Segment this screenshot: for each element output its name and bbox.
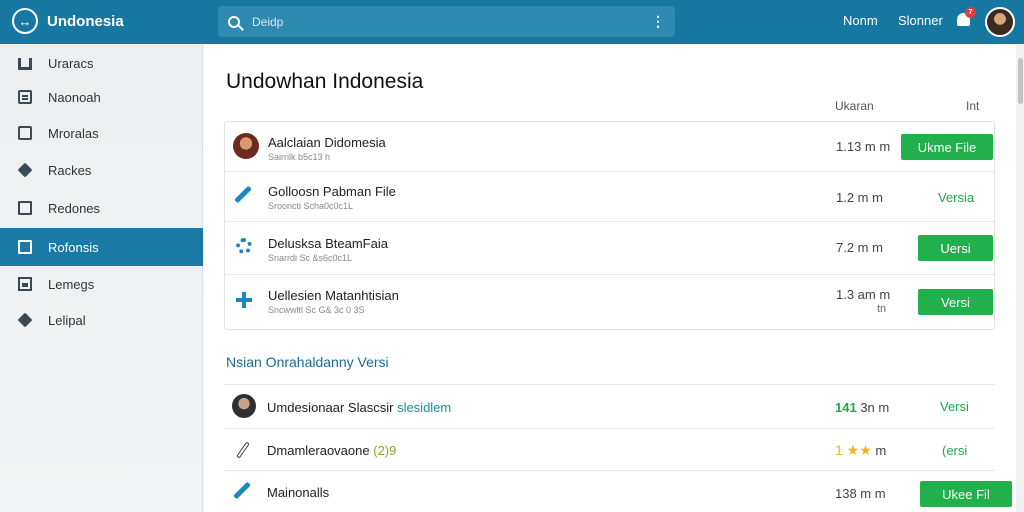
sidebar-item-lelipal[interactable]: Lelipal	[0, 301, 203, 339]
sidebar-item-naonoah[interactable]: Naonoah	[0, 78, 203, 116]
row-title: Golloosn Pabman File	[268, 184, 396, 199]
tag-icon	[17, 162, 33, 178]
pen-icon	[233, 184, 253, 204]
header-link-slonner[interactable]: Slonner	[898, 13, 943, 28]
version-button[interactable]: Versi	[918, 289, 993, 315]
version-button[interactable]: Uersi	[918, 235, 993, 261]
sidebar-item-label: Uraracs	[48, 55, 94, 71]
list-item[interactable]: Mainonalls 138 m m Ukee Fil	[224, 470, 1012, 512]
row-rating: 1 ★★ m	[835, 442, 886, 459]
more-vertical-icon[interactable]: ⋮	[651, 13, 665, 30]
row-size-number: 141	[835, 400, 857, 415]
app-title: Undonesia	[47, 12, 124, 30]
scrollbar-thumb[interactable]	[1018, 58, 1023, 104]
version-link[interactable]: Versia	[938, 190, 974, 205]
scrollbar[interactable]	[1016, 44, 1024, 512]
chat-icon	[18, 126, 32, 140]
document-icon	[18, 201, 32, 215]
column-header-size: Ukaran	[835, 99, 874, 113]
list-item[interactable]: Umdesionaar Slascsir slesidlem 141 3n m …	[224, 384, 995, 428]
app-logo[interactable]: ↔ Undonesia	[12, 8, 124, 34]
sidebar-item-lemegs[interactable]: Lemegs	[0, 265, 203, 303]
row-subtitle: Snarrdi Sc &s6c0c1L	[268, 253, 353, 263]
row-title: Umdesionaar Slascsir slesidlem	[267, 400, 451, 415]
plus-icon	[236, 292, 252, 308]
sidebar-item-label: Mroralas	[48, 125, 99, 141]
logo-icon: ↔	[12, 8, 38, 34]
sidebar-item-label: Naonoah	[48, 89, 101, 105]
top-bar: ↔ Undonesia ⋮ Nonm Slonner 7	[0, 0, 1024, 44]
row-title: Delusksa BteamFaia	[268, 236, 388, 251]
row-size-unit: m	[875, 443, 887, 458]
table-row[interactable]: Golloosn Pabman File Srooncti Scha0c0c1L…	[225, 172, 994, 222]
row-size-unit: 3n m	[860, 400, 890, 415]
search-icon	[228, 15, 240, 28]
search-input[interactable]	[252, 14, 651, 29]
file-card: Aalclaian Didomesia Sairrilk b5c13 h 1.1…	[224, 121, 995, 330]
list-item[interactable]: Dmamleraovaone (2)9 1 ★★ m (ersi	[224, 428, 995, 470]
upload-file-button[interactable]: Ukme File	[901, 134, 993, 160]
row-size: 141 3n m	[835, 400, 889, 415]
sidebar-item-label: Rofonsis	[48, 239, 99, 255]
notification-badge: 7	[965, 7, 976, 18]
row-size: 138 m m	[835, 486, 886, 501]
row-size: 1.2 m m	[836, 190, 883, 205]
sidebar-item-label: Lemegs	[48, 276, 95, 292]
gear-icon	[236, 238, 252, 254]
main-content: Undowhan Indonesia Ukaran Int Aalclaian …	[204, 44, 1016, 512]
row-subtitle: Srooncti Scha0c0c1L	[268, 201, 354, 211]
row-size-unit: tn	[877, 303, 887, 315]
row-subtitle: Sncwwltl Sc G& 3c 0 3S	[268, 305, 365, 315]
avatar-icon	[233, 133, 259, 159]
row-size: 1.13 m m	[836, 139, 891, 154]
sidebar-item-rofonsis[interactable]: Rofonsis	[0, 228, 203, 266]
avatar-icon	[232, 394, 256, 418]
row-title-text: Dmamleraovaone	[267, 443, 370, 458]
tag-icon	[17, 312, 33, 328]
row-title: Dmamleraovaone (2)9	[267, 443, 396, 458]
row-title-extra: slesidlem	[397, 400, 452, 415]
table-row[interactable]: Aalclaian Didomesia Sairrilk b5c13 h 1.1…	[225, 122, 994, 172]
upload-file-button[interactable]: Ukee Fil	[920, 481, 1012, 507]
sidebar-item-redones[interactable]: Redones	[0, 189, 203, 227]
table-row[interactable]: Uellesien Matanhtisian Sncwwltl Sc G& 3c…	[225, 275, 994, 331]
list-icon	[18, 90, 32, 104]
row-title-text: Umdesionaar Slascsir	[267, 400, 394, 415]
row-title-extra: (2)9	[373, 443, 397, 458]
row-size: 7.2 m m	[836, 240, 883, 255]
notification-bell-icon[interactable]: 7	[955, 7, 976, 28]
page-title: Undowhan Indonesia	[226, 70, 424, 93]
document-icon	[18, 240, 32, 254]
sidebar-item-label: Lelipal	[48, 312, 86, 328]
row-title: Mainonalls	[267, 485, 330, 500]
header-link-nonm[interactable]: Nonm	[843, 13, 878, 28]
row-size: 1.3 am m	[836, 287, 891, 302]
sidebar-item-rackes[interactable]: Rackes	[0, 151, 203, 189]
version-link[interactable]: Versi	[940, 399, 969, 414]
search-bar: ⋮	[218, 6, 675, 37]
table-row[interactable]: Delusksa BteamFaia Snarrdi Sc &s6c0c1L 7…	[225, 222, 994, 275]
sidebar-item-mroralas[interactable]: Mroralas	[0, 114, 203, 152]
pencil-icon	[234, 440, 252, 459]
sidebar-item-label: Redones	[48, 200, 101, 216]
home-icon	[18, 58, 32, 70]
row-subtitle: Sairrilk b5c13 h	[268, 152, 331, 162]
sidebar: Uraracs Naonoah Mroralas Rackes Redones …	[0, 44, 203, 512]
archive-icon	[18, 277, 32, 291]
version-link[interactable]: (ersi	[942, 443, 967, 458]
pen-icon	[232, 480, 252, 500]
sidebar-item-uraracs[interactable]: Uraracs	[0, 44, 203, 82]
row-title: Aalclaian Didomesia	[268, 135, 386, 150]
row-title: Uellesien Matanhtisian	[268, 288, 399, 303]
section-title: Nsian Onrahaldanny Versi	[226, 354, 389, 370]
column-header-action: Int	[966, 99, 980, 113]
sidebar-item-label: Rackes	[48, 162, 92, 178]
user-avatar[interactable]	[985, 7, 1015, 37]
star-rating: 1 ★★	[835, 442, 872, 458]
